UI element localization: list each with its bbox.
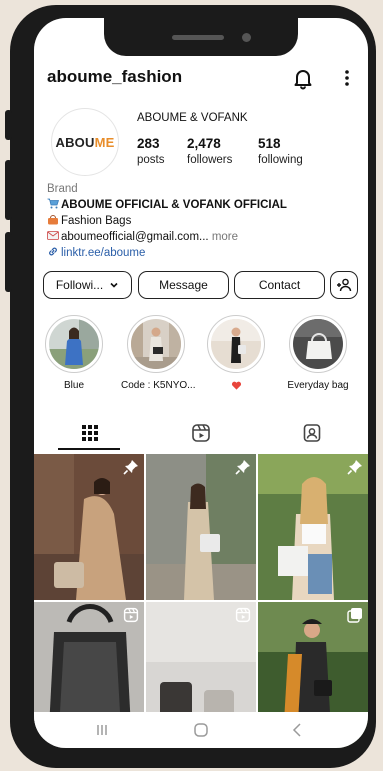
post-thumbnail[interactable]	[34, 454, 144, 600]
back-button[interactable]	[286, 718, 310, 742]
highlight-item[interactable]	[201, 315, 271, 394]
phone-side-button	[5, 232, 12, 292]
following-button[interactable]: Followi...	[43, 271, 132, 299]
notch	[104, 18, 298, 56]
bio-email-line: aboumeofficial@gmail.com... more	[47, 229, 357, 245]
speaker	[172, 35, 224, 40]
screen: aboume_fashion ABOUME ABOUME & VOFANK 28…	[34, 18, 368, 748]
avatar[interactable]: ABOUME	[51, 108, 119, 176]
profile-tabs	[34, 416, 368, 450]
highlight-image	[293, 319, 343, 369]
heart-icon	[231, 381, 241, 390]
reels-icon	[235, 607, 251, 623]
home-icon	[194, 723, 208, 737]
highlight-image	[211, 319, 261, 369]
link-icon	[47, 246, 59, 257]
posts-stat[interactable]: 283 posts	[137, 136, 165, 166]
username: aboume_fashion	[47, 67, 183, 86]
envelope-icon	[47, 230, 59, 241]
highlight-item[interactable]: Everyday bag	[283, 315, 353, 391]
profile-actions: Followi... Message Contact	[43, 271, 363, 299]
highlight-item[interactable]: Blue	[39, 315, 109, 391]
brand-logo: ABOUME	[55, 134, 115, 150]
message-button[interactable]: Message	[138, 271, 229, 299]
camera-icon	[242, 33, 251, 42]
category-label: Brand	[47, 183, 78, 195]
followers-stat[interactable]: 2,478 followers	[187, 136, 232, 166]
phone-side-button	[5, 110, 12, 140]
tab-reels[interactable]	[145, 416, 256, 450]
reels-icon	[123, 607, 139, 623]
cart-icon	[47, 198, 60, 209]
following-stat[interactable]: 518 following	[258, 136, 303, 166]
multiple-posts-icon	[347, 607, 363, 623]
post-image	[258, 454, 368, 600]
more-vertical-icon[interactable]	[339, 66, 355, 90]
contact-button[interactable]: Contact	[234, 271, 325, 299]
pin-icon	[347, 459, 363, 475]
highlight-image	[131, 319, 181, 369]
bio-line: ABOUME OFFICIAL & VOFANK OFFICIAL	[47, 197, 357, 213]
reels-icon	[191, 424, 210, 442]
system-nav-bar	[34, 712, 368, 748]
grid-icon	[81, 425, 98, 441]
post-thumbnail[interactable]	[146, 454, 256, 600]
add-person-button[interactable]	[330, 271, 358, 299]
bell-icon[interactable]	[291, 66, 315, 90]
bio-line: Fashion Bags	[47, 213, 357, 229]
phone-side-button	[5, 160, 12, 220]
tab-grid[interactable]	[34, 416, 145, 450]
full-name: ABOUME & VOFANK	[137, 112, 248, 124]
chevron-down-icon	[110, 282, 118, 288]
profile-header: aboume_fashion	[47, 66, 357, 92]
post-thumbnail[interactable]	[258, 454, 368, 600]
highlight-item[interactable]: Code : K5NYO...	[121, 315, 195, 391]
post-grid	[34, 454, 368, 748]
recent-apps-button[interactable]	[90, 718, 114, 742]
home-button[interactable]	[189, 718, 213, 742]
tagged-icon	[303, 424, 320, 442]
pin-icon	[123, 459, 139, 475]
email-text: aboumeofficial@gmail.com...	[61, 231, 209, 243]
bio-link[interactable]: linktr.ee/aboume	[47, 245, 357, 261]
pin-icon	[235, 459, 251, 475]
add-person-icon	[337, 278, 352, 292]
post-image	[146, 454, 256, 600]
recent-apps-icon	[97, 725, 107, 735]
post-image	[34, 454, 144, 600]
back-icon	[292, 723, 301, 737]
handbag-icon	[47, 214, 59, 225]
active-tab-indicator	[58, 448, 120, 450]
bio: Brand ABOUME OFFICIAL & VOFANK OFFICIAL …	[47, 181, 357, 261]
highlight-image	[49, 319, 99, 369]
tab-tagged[interactable]	[256, 416, 367, 450]
more-link[interactable]: more	[212, 231, 238, 243]
